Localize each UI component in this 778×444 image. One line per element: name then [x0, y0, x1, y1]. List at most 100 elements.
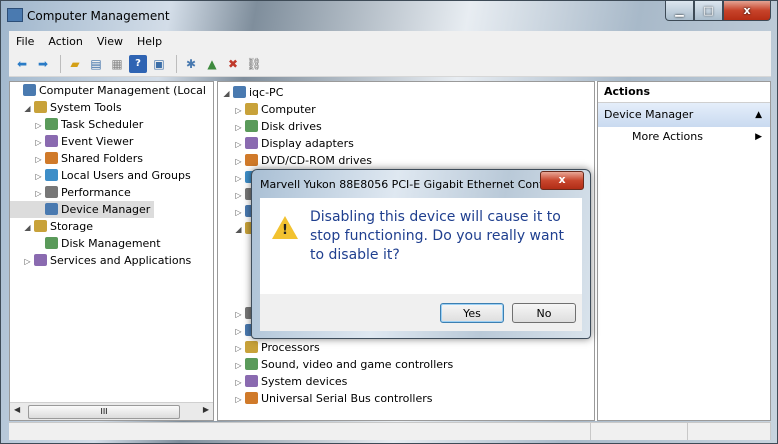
tree-item[interactable]: Device Manager [10, 201, 155, 218]
more-actions-item[interactable]: More Actions ▶ [598, 127, 770, 147]
menu-bar: File Action View Help [9, 31, 771, 51]
expand-arrow-icon[interactable]: ▷ [34, 117, 43, 134]
collapse-arrow-icon[interactable]: ◢ [222, 85, 231, 102]
dialog-body: ! Disabling this device will cause it to… [260, 198, 582, 294]
node-icon [245, 154, 258, 166]
expand-arrow-icon[interactable]: ▷ [234, 306, 243, 323]
node-label: System devices [261, 375, 348, 388]
collapse-arrow-icon[interactable]: ◢ [23, 100, 32, 117]
device-category[interactable]: ▷ Display adapters [218, 135, 594, 152]
device-category[interactable]: ▷ DVD/CD-ROM drives [218, 152, 594, 169]
expand-arrow-icon[interactable]: ▷ [234, 170, 243, 187]
disable-device-icon[interactable]: ⛓ [245, 55, 263, 73]
tree-item[interactable]: ▷ Task Scheduler [10, 116, 213, 133]
more-actions-label: More Actions [632, 130, 703, 143]
no-button[interactable]: No [512, 303, 576, 323]
node-icon [23, 84, 36, 96]
expand-arrow-icon[interactable]: ▷ [234, 187, 243, 204]
expand-arrow-icon[interactable]: ▷ [234, 136, 243, 153]
menu-view[interactable]: View [90, 35, 130, 48]
scroll-thumb[interactable]: III [28, 405, 180, 419]
node-icon [45, 118, 58, 130]
device-category[interactable]: ▷ System devices [218, 373, 594, 390]
actions-header: Actions [598, 82, 770, 103]
device-category[interactable]: ▷ Universal Serial Bus controllers [218, 390, 594, 407]
expand-arrow-icon[interactable]: ▷ [234, 374, 243, 391]
uninstall-icon[interactable]: ✖ [224, 55, 242, 73]
device-category[interactable]: ▷ Processors [218, 339, 594, 356]
maximize-button[interactable]: □ [694, 1, 723, 21]
collapse-arrow-icon[interactable]: ◢ [23, 219, 32, 236]
update-driver-icon[interactable]: ▲ [203, 55, 221, 73]
node-label: Computer Management (Local [39, 84, 206, 97]
tree-item[interactable]: ▷ Local Users and Groups [10, 167, 213, 184]
expand-arrow-icon[interactable]: ▷ [234, 102, 243, 119]
node-icon [45, 186, 58, 198]
scroll-left-icon[interactable]: ◀ [14, 405, 20, 414]
menu-action[interactable]: Action [41, 35, 89, 48]
node-label: Computer [261, 103, 316, 116]
device-category[interactable]: ▷ Disk drives [218, 118, 594, 135]
up-icon[interactable]: ▰ [66, 55, 84, 73]
close-button[interactable]: x [723, 1, 771, 21]
tree-item[interactable]: ▷ Services and Applications [10, 252, 213, 269]
tree-item[interactable]: ▷ Event Viewer [10, 133, 213, 150]
dialog-close-button[interactable]: x [540, 171, 584, 190]
node-icon [45, 237, 58, 249]
tree-item[interactable]: ▷ Shared Folders [10, 150, 213, 167]
tree-item[interactable]: ◢ Storage [10, 218, 213, 235]
expand-arrow-icon[interactable]: ▷ [34, 185, 43, 202]
expand-arrow-icon[interactable]: ▷ [234, 204, 243, 221]
node-label: Storage [50, 220, 94, 233]
expand-arrow-icon[interactable]: ▷ [234, 153, 243, 170]
computer-management-icon [7, 8, 23, 22]
minimize-button[interactable]: ▁ [665, 1, 694, 21]
horizontal-scrollbar[interactable]: ◀ III ▶ [10, 402, 213, 420]
expand-arrow-icon[interactable]: ▷ [34, 134, 43, 151]
expand-arrow-icon[interactable]: ▷ [234, 357, 243, 374]
computer-management-window: Computer Management ▁ □ x File Action Vi… [0, 0, 778, 444]
expand-arrow-icon[interactable]: ▷ [34, 168, 43, 185]
device-category[interactable]: ▷ Sound, video and game controllers [218, 356, 594, 373]
collapse-up-icon[interactable]: ▲ [755, 103, 762, 127]
device-category[interactable]: ▷ Computer [218, 101, 594, 118]
tree-item[interactable]: ◢ System Tools [10, 99, 213, 116]
expand-arrow-icon[interactable]: ▷ [234, 340, 243, 357]
forward-icon[interactable]: ➡ [34, 55, 52, 73]
node-label: Event Viewer [61, 135, 134, 148]
node-label: Shared Folders [61, 152, 143, 165]
node-icon [245, 120, 258, 132]
scroll-right-icon[interactable]: ▶ [203, 405, 209, 414]
actions-section-label: Device Manager [604, 108, 694, 121]
expand-arrow-icon[interactable]: ▷ [34, 151, 43, 168]
node-label: Display adapters [261, 137, 354, 150]
dialog-footer: Yes No [260, 294, 582, 331]
properties-icon[interactable]: ▦ [108, 55, 126, 73]
expand-arrow-icon[interactable]: ▷ [234, 119, 243, 136]
expand-arrow-icon[interactable]: ▷ [234, 323, 243, 340]
collapse-arrow-icon[interactable]: ◢ [234, 221, 243, 238]
menu-file[interactable]: File [9, 35, 41, 48]
expand-arrow-icon[interactable]: ▷ [234, 391, 243, 408]
title-bar[interactable]: Computer Management ▁ □ x [1, 1, 777, 29]
scan-hardware-icon[interactable]: ✱ [182, 55, 200, 73]
toolbar: ⬅ ➡ ▰ ▤ ▦ ? ▣ ✱ ▲ ✖ ⛓ [9, 51, 771, 77]
actions-section-device-manager[interactable]: Device Manager ▲ [598, 103, 770, 127]
help-icon[interactable]: ? [129, 54, 147, 73]
back-icon[interactable]: ⬅ [13, 55, 31, 73]
node-label: Local Users and Groups [61, 169, 191, 182]
expand-arrow-icon[interactable]: ▷ [23, 253, 32, 270]
tree-item[interactable]: Disk Management [10, 235, 213, 252]
tree-item[interactable]: ▷ Performance [10, 184, 213, 201]
menu-help[interactable]: Help [130, 35, 169, 48]
show-hide-tree-icon[interactable]: ▤ [87, 55, 105, 73]
dialog-message: Disabling this device will cause it to s… [310, 209, 564, 263]
window-controls: ▁ □ x [665, 1, 771, 21]
status-bar [9, 422, 771, 440]
yes-button[interactable]: Yes [440, 303, 504, 323]
window-title: Computer Management [27, 9, 170, 23]
show-hide-action-icon[interactable]: ▣ [150, 55, 168, 73]
tree-item[interactable]: Computer Management (Local [10, 82, 213, 99]
device-category[interactable]: ◢ iqc-PC [218, 84, 594, 101]
node-label: iqc-PC [249, 86, 284, 99]
